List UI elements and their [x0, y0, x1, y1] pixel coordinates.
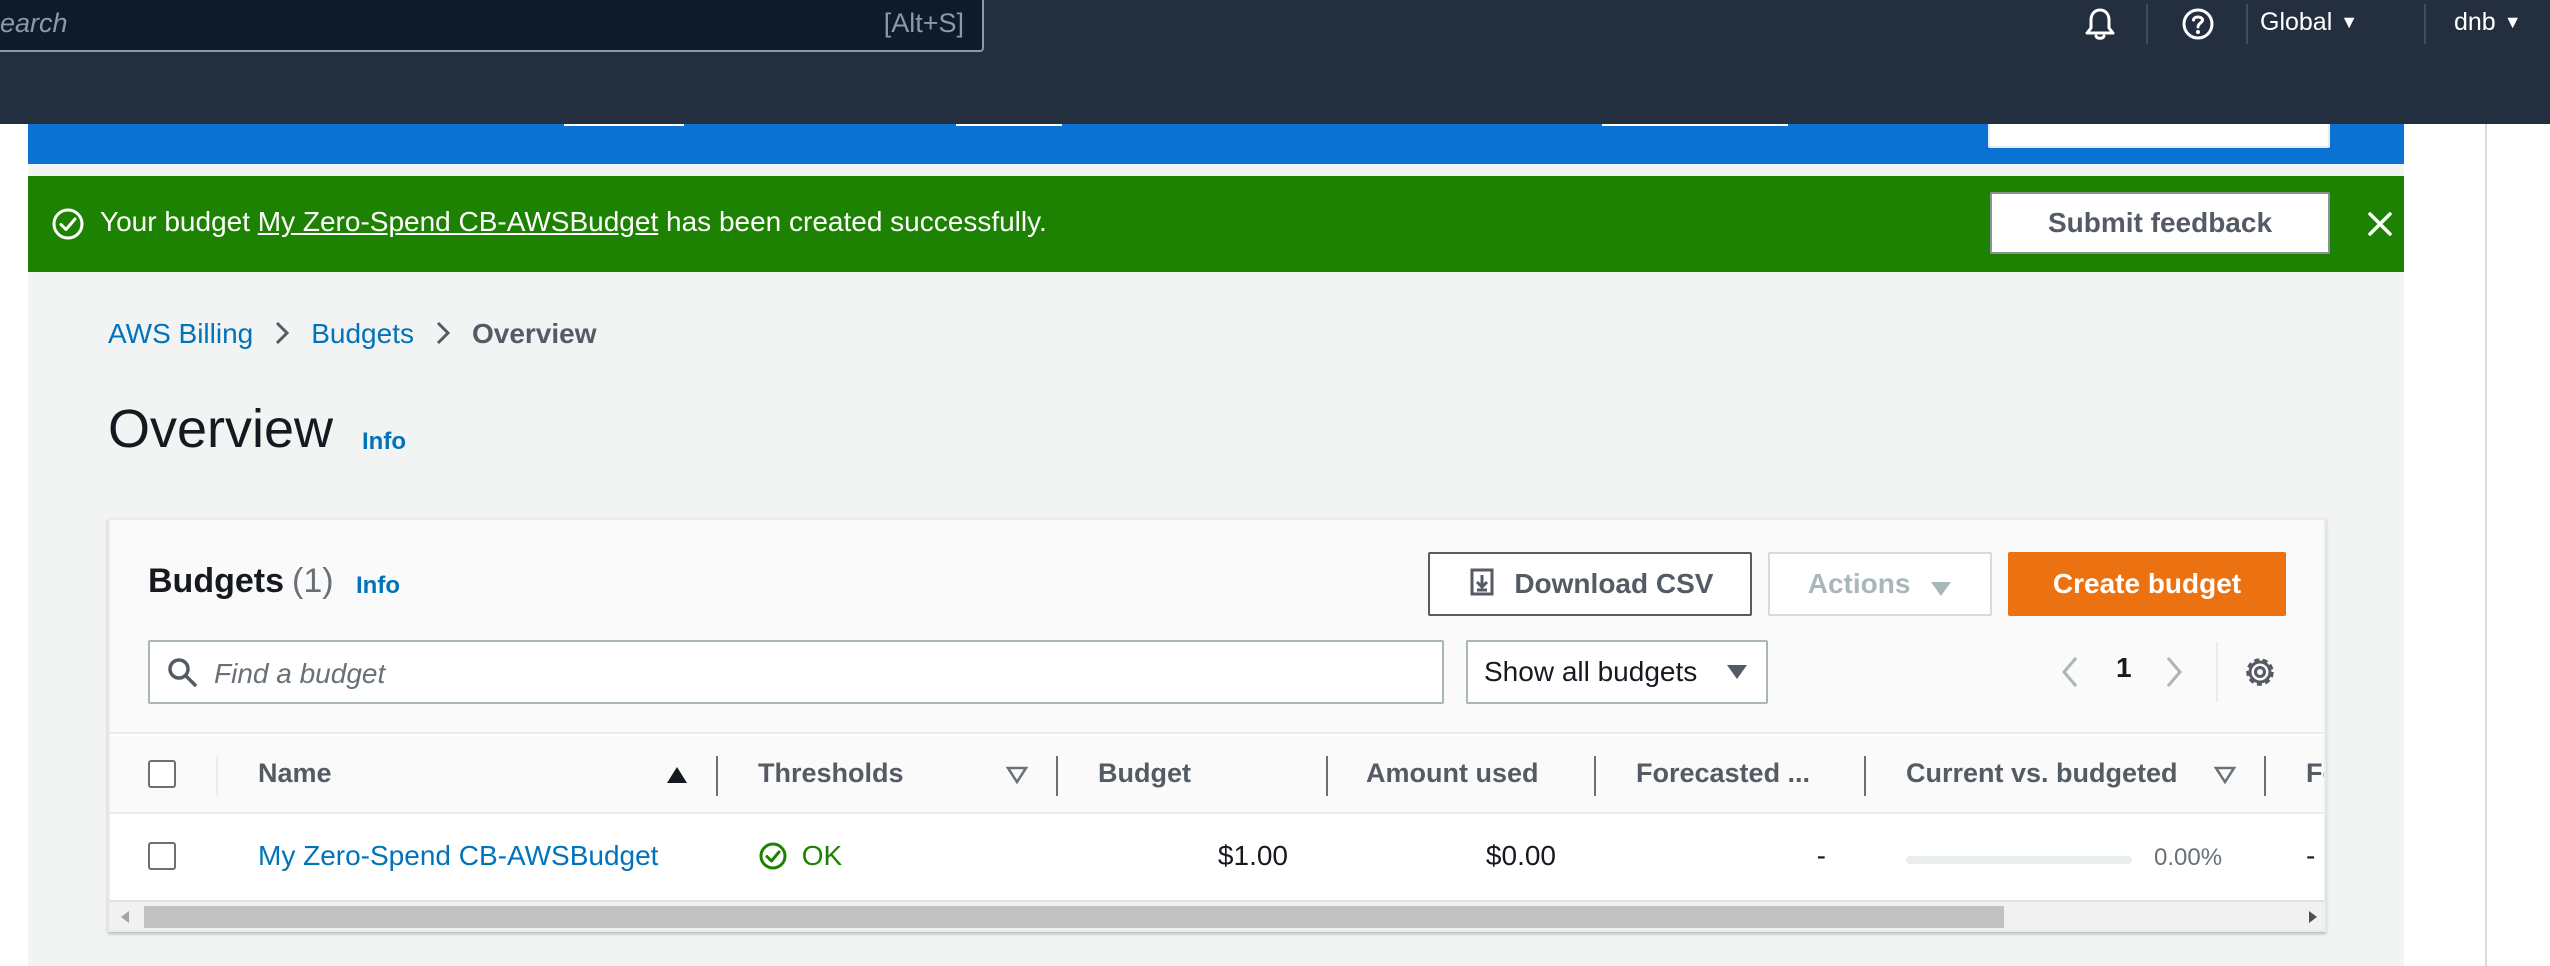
column-divider — [1326, 756, 1328, 796]
create-budget-button[interactable]: Create budget — [2008, 552, 2286, 616]
budgets-count: (1) — [292, 562, 334, 600]
forecasted-amount: - — [1816, 840, 1826, 871]
pager-divider — [2216, 642, 2218, 702]
global-search-input[interactable]: earch [Alt+S] — [0, 0, 984, 52]
success-message-suffix: has been created successfully. — [658, 206, 1047, 237]
breadcrumb-budgets[interactable]: Budgets — [311, 318, 414, 349]
sort-icon[interactable] — [1006, 766, 1028, 784]
caret-down-icon — [1931, 582, 1952, 596]
column-divider — [1594, 756, 1596, 796]
sort-icon[interactable] — [2214, 766, 2236, 784]
account-label: dnb — [2454, 8, 2496, 36]
success-flash-banner: Your budget My Zero-Spend CB-AWSBudget h… — [28, 176, 2404, 272]
success-message-prefix: Your budget — [100, 206, 258, 237]
column-header-name[interactable]: Name — [258, 758, 332, 789]
caret-down-icon: ▼ — [2340, 12, 2359, 32]
page-title: Overview — [108, 399, 334, 459]
submit-feedback-button[interactable]: Submit feedback — [1990, 192, 2330, 254]
breadcrumb: AWS Billing Budgets Overview — [108, 318, 597, 350]
side-panel-border — [2485, 124, 2487, 966]
column-divider — [1056, 756, 1058, 796]
breadcrumb-overview: Overview — [471, 318, 597, 349]
gear-icon[interactable] — [2240, 652, 2280, 692]
nav-divider — [2246, 4, 2248, 44]
scroll-right-icon[interactable] — [2308, 910, 2318, 924]
budget-progress-bar — [1906, 856, 2132, 864]
check-circle-icon — [52, 208, 84, 240]
horizontal-scrollbar[interactable] — [110, 900, 2324, 930]
table-header-row: Name Thresholds Budget Amount used Forec… — [110, 736, 2324, 814]
truncated-column-value: - — [2306, 840, 2316, 871]
amount-used: $0.00 — [1485, 840, 1556, 871]
chevron-right-icon — [436, 321, 451, 345]
column-divider — [216, 756, 218, 796]
help-icon[interactable] — [2180, 6, 2216, 42]
download-csv-button[interactable]: Download CSV — [1428, 552, 1752, 616]
top-navigation: earch [Alt+S] Global ▼ dnb ▼ — [0, 0, 2550, 124]
budget-filter-select[interactable]: Show all budgets — [1466, 640, 1768, 704]
search-icon — [168, 658, 197, 687]
breadcrumb-aws-billing[interactable]: AWS Billing — [108, 318, 253, 349]
banner-link-underline — [564, 124, 684, 126]
column-header-forecasted[interactable]: Forecasted ... — [1636, 758, 1810, 789]
page-info-link[interactable]: Info — [362, 428, 406, 456]
budgets-title-text: Budgets — [148, 562, 284, 600]
banner-button[interactable] — [1988, 124, 2330, 148]
region-selector[interactable]: Global ▼ — [2260, 8, 2358, 37]
budget-amount: $1.00 — [1217, 840, 1288, 871]
column-header-amount-used[interactable]: Amount used — [1366, 758, 1539, 789]
scroll-left-icon[interactable] — [120, 910, 130, 924]
column-divider — [716, 756, 718, 796]
column-header-budget[interactable]: Budget — [1098, 758, 1191, 789]
previous-page-icon[interactable] — [2054, 648, 2084, 696]
budgets-info-link[interactable]: Info — [356, 572, 400, 600]
current-page-number[interactable]: 1 — [2116, 652, 2132, 700]
current-vs-budgeted-percent: 0.00% — [2154, 844, 2223, 871]
threshold-status: OK — [758, 840, 842, 872]
find-budget-input[interactable]: Find a budget — [148, 640, 1444, 704]
info-flash-banner — [28, 124, 2404, 164]
nav-divider — [2424, 4, 2426, 44]
next-page-icon[interactable] — [2160, 648, 2190, 696]
budget-filter-value: Show all budgets — [1484, 656, 1698, 687]
search-shortcut-hint: [Alt+S] — [883, 8, 964, 38]
column-divider — [2264, 756, 2266, 796]
download-icon — [1470, 568, 1494, 596]
caret-down-icon — [1727, 665, 1747, 679]
scrollbar-thumb[interactable] — [144, 906, 2004, 928]
banner-link-underline — [956, 124, 1062, 126]
budgets-title: Budgets (1) — [148, 562, 334, 601]
caret-down-icon: ▼ — [2503, 12, 2522, 32]
chevron-right-icon — [276, 321, 290, 345]
sort-ascending-icon[interactable] — [666, 766, 688, 784]
column-divider — [1864, 756, 1866, 796]
notification-bell-icon[interactable] — [2082, 6, 2118, 42]
success-message: Your budget My Zero-Spend CB-AWSBudget h… — [100, 206, 1047, 238]
nav-divider — [2146, 4, 2148, 44]
budgets-table-container: Budgets (1) Info Download CSV Actions Cre… — [108, 518, 2326, 932]
column-header-current-vs-budgeted[interactable]: Current vs. budgeted — [1906, 758, 2178, 789]
account-menu[interactable]: dnb ▼ — [2454, 8, 2522, 37]
search-placeholder: earch — [0, 8, 68, 38]
budget-link[interactable]: My Zero-Spend CB-AWSBudget — [258, 206, 658, 237]
select-all-checkbox[interactable] — [148, 760, 176, 788]
budget-name-link[interactable]: My Zero-Spend CB-AWSBudget — [258, 840, 658, 872]
download-csv-label: Download CSV — [1514, 568, 1714, 599]
table-row: My Zero-Spend CB-AWSBudget OK $1.00 $0.0… — [110, 816, 2324, 898]
region-label: Global — [2260, 8, 2333, 36]
threshold-status-label: OK — [801, 840, 843, 871]
column-header-thresholds[interactable]: Thresholds — [758, 758, 904, 789]
column-header-truncated[interactable]: Fo — [2306, 758, 2324, 789]
actions-label: Actions — [1807, 568, 1911, 599]
status-ok-icon — [759, 842, 787, 870]
row-select-checkbox[interactable] — [148, 842, 176, 870]
banner-link-underline — [1602, 124, 1788, 126]
budgets-header: Budgets (1) Info Download CSV Actions Cre… — [110, 520, 2324, 734]
actions-dropdown[interactable]: Actions — [1768, 552, 1992, 616]
close-icon[interactable] — [2362, 206, 2398, 242]
find-budget-placeholder: Find a budget — [214, 658, 386, 689]
